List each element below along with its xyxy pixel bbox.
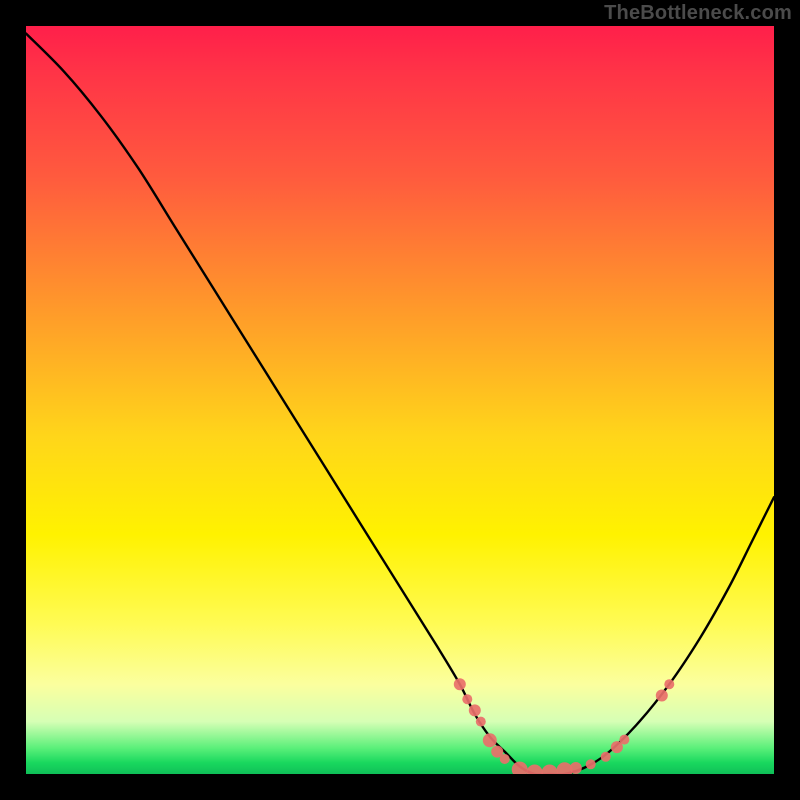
curve-marker [462, 694, 472, 704]
bottleneck-curve-svg [26, 26, 774, 774]
curve-marker [483, 733, 497, 747]
curve-marker [656, 690, 668, 702]
chart-plot-area [26, 26, 774, 774]
curve-marker [469, 704, 481, 716]
curve-marker [586, 759, 596, 769]
curve-marker [500, 754, 510, 764]
bottleneck-curve-path [26, 34, 774, 775]
curve-marker [476, 717, 486, 727]
curve-marker [664, 679, 674, 689]
page-root: TheBottleneck.com [0, 0, 800, 800]
watermark-text: TheBottleneck.com [604, 2, 792, 25]
curve-marker [527, 765, 543, 775]
curve-marker [542, 765, 558, 775]
marker-group [454, 678, 675, 774]
curve-marker [512, 762, 528, 775]
curve-marker [601, 752, 611, 762]
curve-marker [619, 735, 629, 745]
curve-marker [454, 678, 466, 690]
curve-marker [570, 762, 582, 774]
